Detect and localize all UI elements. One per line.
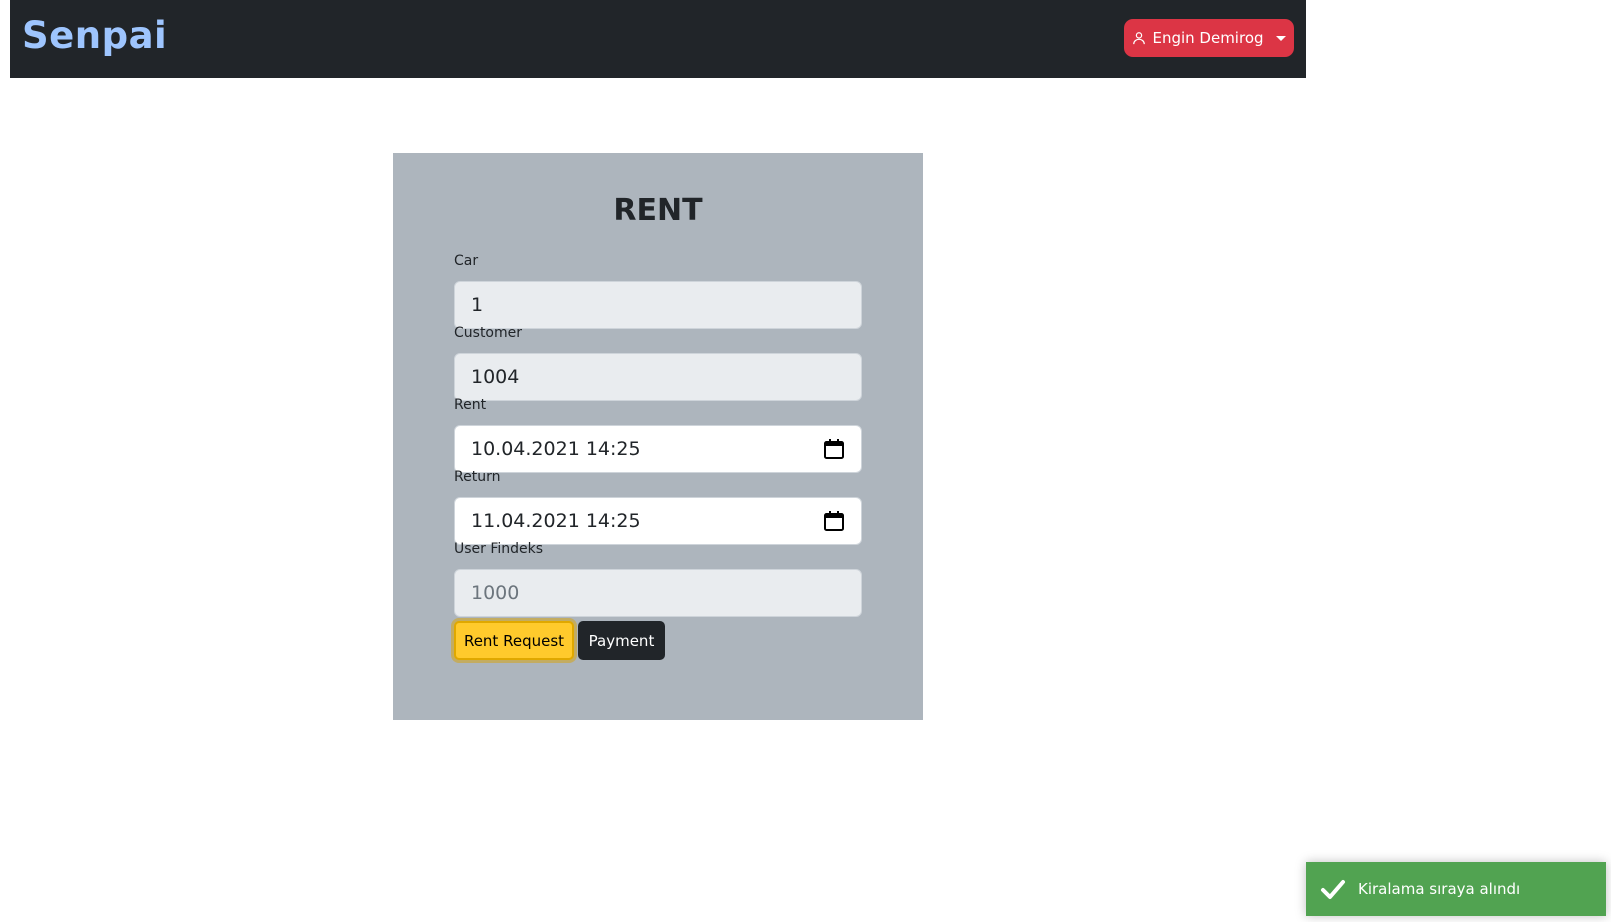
rent-form-card: RENT Car 1 Customer 1004 Rent 10.04.2021… <box>393 153 923 720</box>
calendar-icon[interactable] <box>823 438 845 460</box>
top-navbar: Senpai Engin Demirog <box>10 0 1306 78</box>
user-menu-label: Engin Demirog <box>1152 29 1264 47</box>
findeks-label: User Findeks <box>454 541 544 557</box>
customer-label: Customer <box>454 325 523 341</box>
check-icon <box>1321 880 1345 899</box>
success-toast[interactable]: Kiralama sıraya alındı <box>1306 862 1606 916</box>
brand-logo[interactable]: Senpai <box>22 12 167 60</box>
rent-date-label: Rent <box>454 397 487 413</box>
person-icon <box>1133 32 1146 45</box>
user-menu-button[interactable]: Engin Demirog <box>1124 19 1294 57</box>
rent-request-button[interactable]: Rent Request <box>454 621 574 660</box>
calendar-icon[interactable] <box>823 510 845 532</box>
car-value: 1 <box>471 294 484 316</box>
return-date-value: 11.04.2021 14:25 <box>471 510 641 532</box>
customer-value: 1004 <box>471 366 520 388</box>
toast-message: Kiralama sıraya alındı <box>1358 880 1521 898</box>
return-date-input[interactable]: 11.04.2021 14:25 <box>454 497 862 545</box>
customer-input[interactable]: 1004 <box>454 353 862 401</box>
car-input[interactable]: 1 <box>454 281 862 329</box>
caret-down-icon <box>1275 35 1286 41</box>
findeks-placeholder: 1000 <box>471 582 520 604</box>
car-label: Car <box>454 253 479 269</box>
return-date-label: Return <box>454 469 501 485</box>
rent-date-value: 10.04.2021 14:25 <box>471 438 641 460</box>
payment-button[interactable]: Payment <box>578 621 665 660</box>
form-title: RENT <box>613 193 703 228</box>
rent-date-input[interactable]: 10.04.2021 14:25 <box>454 425 862 473</box>
findeks-input[interactable]: 1000 <box>454 569 862 617</box>
